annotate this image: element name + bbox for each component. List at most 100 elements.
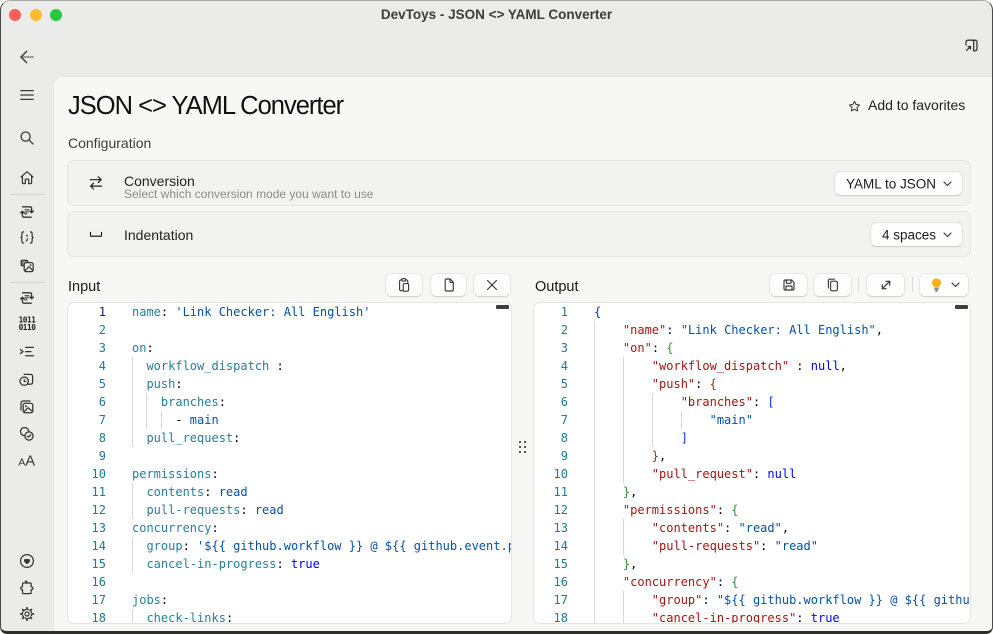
code-text: cancel-in-progress: true bbox=[132, 555, 320, 573]
code-line: 16 bbox=[68, 573, 511, 591]
panel-resize-gripper[interactable] bbox=[517, 440, 528, 455]
code-line: 15 }, bbox=[534, 555, 970, 573]
space-character-icon bbox=[87, 225, 105, 243]
code-text: contents: read bbox=[132, 483, 248, 501]
save-button[interactable] bbox=[769, 273, 808, 297]
line-number: 14 bbox=[68, 537, 106, 555]
code-text: concurrency: bbox=[132, 519, 219, 537]
input-editor[interactable]: 1 name: 'Link Checker: All English' 23on:4… bbox=[67, 302, 512, 624]
code-text: "permissions": { bbox=[594, 501, 739, 519]
code-text: - main bbox=[132, 411, 219, 429]
code-text: "concurrency": { bbox=[594, 573, 739, 591]
code-line: 4 "workflow_dispatch" : null, bbox=[534, 357, 970, 375]
code-line: 14 "pull-requests": "read" bbox=[534, 537, 970, 555]
code-line: 3on: bbox=[68, 339, 511, 357]
code-line: 15 cancel-in-progress: true bbox=[68, 555, 511, 573]
code-line: 14 group: '${{ github.workflow }} @ ${{ … bbox=[68, 537, 511, 555]
line-number: 13 bbox=[534, 519, 568, 537]
line-number: 2 bbox=[534, 321, 568, 339]
indentation-dropdown[interactable]: 4 spaces bbox=[870, 222, 963, 247]
line-number: 10 bbox=[534, 465, 568, 483]
line-number: 11 bbox=[68, 483, 106, 501]
code-line: 8 ] bbox=[534, 429, 970, 447]
smart-detection-dropdown[interactable] bbox=[919, 273, 969, 297]
code-line: 1 name: 'Link Checker: All English' bbox=[68, 303, 511, 321]
line-number: 9 bbox=[68, 447, 106, 465]
code-line: 16 "concurrency": { bbox=[534, 573, 970, 591]
gripper-dot bbox=[519, 446, 521, 448]
copy-button[interactable] bbox=[813, 273, 852, 297]
line-number: 6 bbox=[534, 393, 568, 411]
load-file-button[interactable] bbox=[430, 273, 467, 297]
code-line: 2 "name": "Link Checker: All English", bbox=[534, 321, 970, 339]
code-text: push: bbox=[132, 375, 183, 393]
expand-icon bbox=[878, 277, 894, 293]
code-line: 12 pull-requests: read bbox=[68, 501, 511, 519]
toolbar-divider bbox=[858, 277, 859, 292]
line-number: 18 bbox=[68, 609, 106, 624]
line-number: 2 bbox=[68, 321, 106, 339]
save-icon bbox=[781, 277, 797, 293]
chevron-down-icon bbox=[943, 181, 952, 187]
code-text: branches: bbox=[132, 393, 226, 411]
expand-button[interactable] bbox=[866, 273, 905, 297]
code-text: name: 'Link Checker: All English' bbox=[132, 303, 370, 321]
line-number: 5 bbox=[68, 375, 106, 393]
code-line: 5 push: bbox=[68, 375, 511, 393]
line-number: 16 bbox=[534, 573, 568, 591]
chevron-down-icon bbox=[951, 282, 960, 288]
code-text: "pull_request": null bbox=[594, 465, 796, 483]
chevron-down-icon bbox=[943, 232, 952, 238]
code-line: 8 pull_request: bbox=[68, 429, 511, 447]
line-number: 6 bbox=[68, 393, 106, 411]
code-text: ] bbox=[594, 429, 688, 447]
output-editor[interactable]: 1{2 "name": "Link Checker: All English",… bbox=[533, 302, 971, 624]
page-title: JSON <> YAML Converter bbox=[68, 91, 343, 121]
line-number: 17 bbox=[534, 591, 568, 609]
indentation-value: 4 spaces bbox=[882, 227, 936, 242]
paste-button[interactable] bbox=[385, 273, 423, 297]
code-line: 6 branches: bbox=[68, 393, 511, 411]
code-text: }, bbox=[594, 483, 637, 501]
code-text: "workflow_dispatch" : null, bbox=[594, 357, 847, 375]
star-icon bbox=[848, 100, 861, 113]
clear-input-button[interactable] bbox=[473, 273, 511, 297]
code-text: }, bbox=[594, 555, 637, 573]
line-number: 15 bbox=[534, 555, 568, 573]
conversion-mode-dropdown[interactable]: YAML to JSON bbox=[834, 171, 963, 196]
line-number: 4 bbox=[68, 357, 106, 375]
indentation-setting-card: Indentation bbox=[67, 211, 971, 257]
code-text: "branches": [ bbox=[594, 393, 775, 411]
code-text: workflow_dispatch : bbox=[132, 357, 284, 375]
code-line: 18 "cancel-in-progress": true bbox=[534, 609, 970, 624]
code-text: "cancel-in-progress": true bbox=[594, 609, 840, 624]
conversion-mode-value: YAML to JSON bbox=[846, 176, 936, 191]
line-number: 12 bbox=[68, 501, 106, 519]
line-number: 4 bbox=[534, 357, 568, 375]
code-text: "main" bbox=[594, 411, 753, 429]
line-number: 12 bbox=[534, 501, 568, 519]
code-line: 9 bbox=[68, 447, 511, 465]
code-line: 13concurrency: bbox=[68, 519, 511, 537]
code-line: 5 "push": { bbox=[534, 375, 970, 393]
gripper-dot bbox=[524, 446, 526, 448]
code-text: "contents": "read", bbox=[594, 519, 789, 537]
line-number: 15 bbox=[68, 555, 106, 573]
add-to-favorites-button[interactable]: Add to favorites bbox=[848, 97, 966, 114]
code-text: { bbox=[594, 303, 601, 321]
code-line: 11 }, bbox=[534, 483, 970, 501]
code-line: 18 check-links: bbox=[68, 609, 511, 624]
line-number: 1 bbox=[68, 303, 106, 321]
line-number: 7 bbox=[68, 411, 106, 429]
code-text: permissions: bbox=[132, 465, 219, 483]
line-number: 18 bbox=[534, 609, 568, 624]
main-panel: JSON <> YAML Converter Add to favorites … bbox=[53, 76, 992, 631]
line-number: 11 bbox=[534, 483, 568, 501]
output-label: Output bbox=[535, 279, 579, 296]
line-number: 16 bbox=[68, 573, 106, 591]
code-line: 9 }, bbox=[534, 447, 970, 465]
line-number: 9 bbox=[534, 447, 568, 465]
copy-icon bbox=[825, 277, 841, 293]
line-number: 8 bbox=[68, 429, 106, 447]
gripper-dot bbox=[524, 451, 526, 453]
